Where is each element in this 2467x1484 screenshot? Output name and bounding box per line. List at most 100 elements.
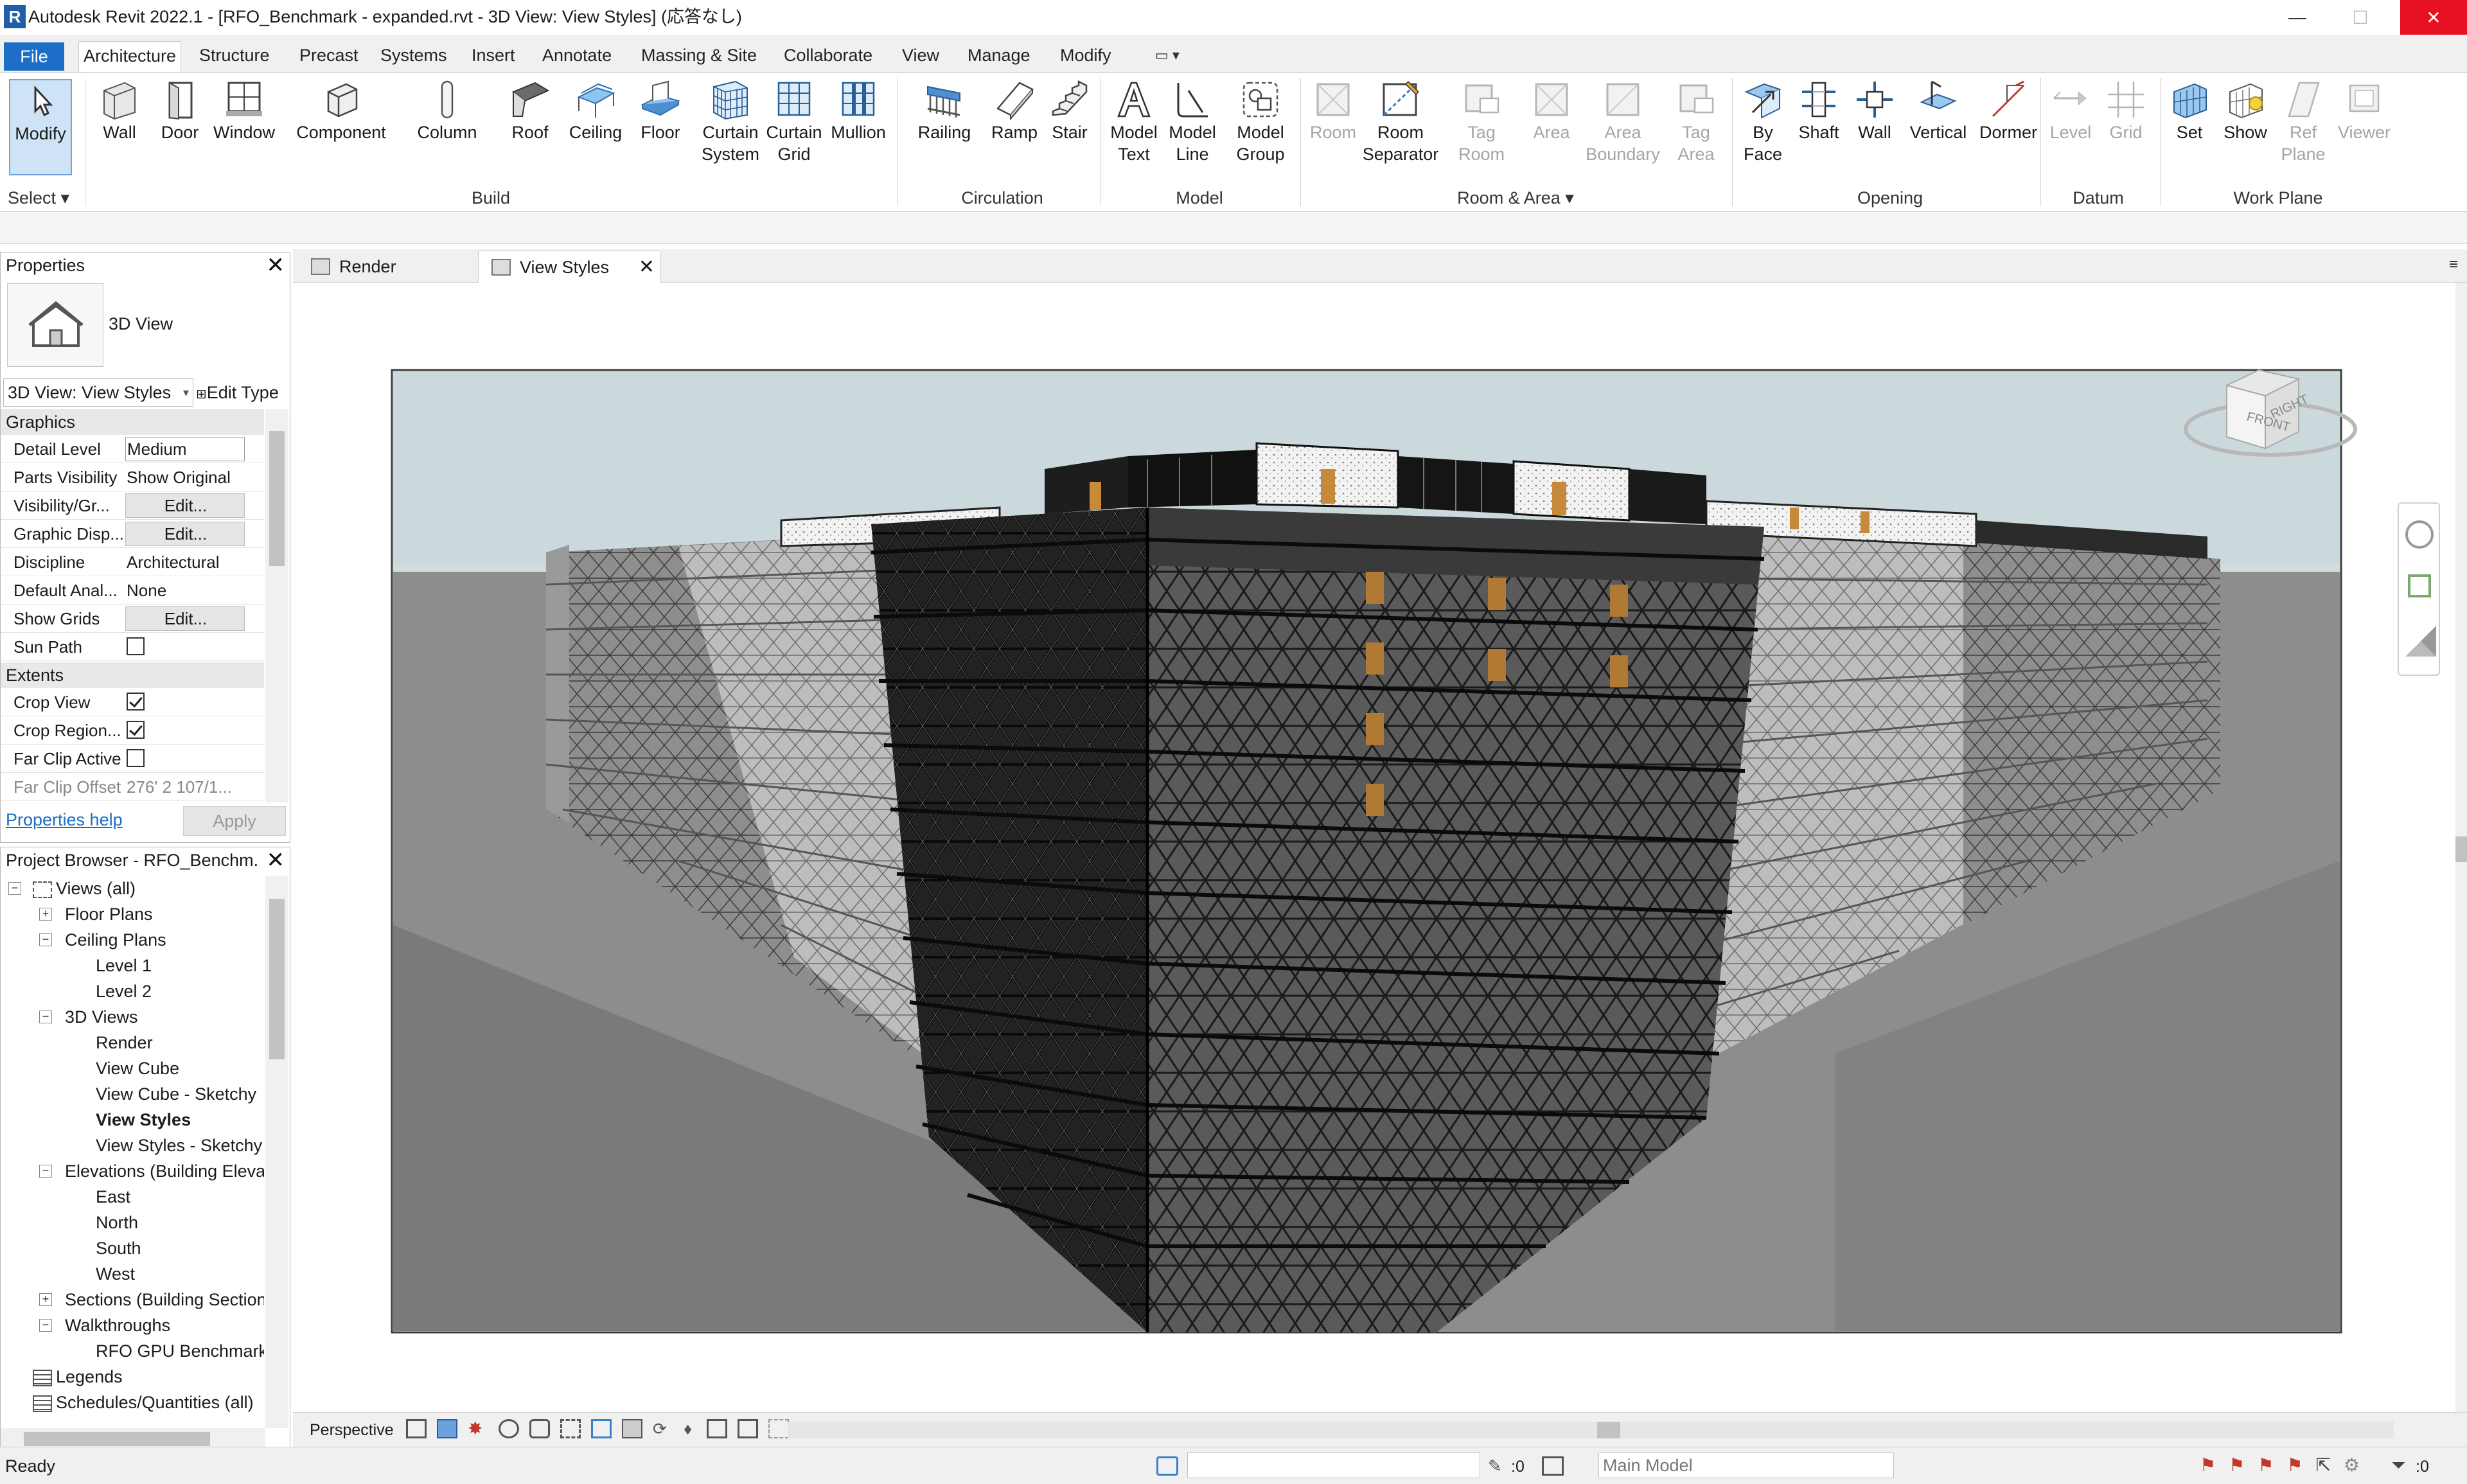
wall-opening-button[interactable]: Wall	[1848, 76, 1902, 186]
tab-modify[interactable]: Modify	[1060, 41, 1111, 71]
tab-render[interactable]: Render	[298, 251, 478, 283]
tab-annotate[interactable]: Annotate	[542, 41, 612, 71]
model-line-button[interactable]: Model Line	[1163, 76, 1222, 186]
apply-button[interactable]: Apply	[183, 806, 286, 836]
model-text-button[interactable]: Model Text	[1105, 76, 1163, 186]
visual-style-icon[interactable]	[437, 1419, 457, 1438]
3d-model-view[interactable]: FRONT RIGHT	[293, 283, 2455, 1412]
scale-icon[interactable]	[406, 1419, 427, 1438]
shadows-icon[interactable]	[499, 1419, 519, 1438]
collapse-toggle[interactable]: −	[8, 882, 21, 895]
prop-row-detail-level[interactable]: Detail Level Medium	[1, 435, 264, 463]
prop-row-far-clip-offset[interactable]: Far Clip Offset 276' 2 107/1...	[1, 773, 264, 801]
temp-hide-icon[interactable]: ⟳	[653, 1419, 673, 1438]
analytical-icon[interactable]	[768, 1419, 789, 1438]
door-button[interactable]: Door	[154, 76, 206, 186]
level-button[interactable]: Level	[2043, 76, 2098, 186]
tree-item-north[interactable]: North	[96, 1210, 138, 1235]
tree-item-views-all[interactable]: Views (all)	[33, 876, 136, 901]
edit-button[interactable]: Edit...	[125, 493, 245, 518]
category-graphics[interactable]: Graphics	[1, 409, 264, 435]
contextual-tab-dropdown[interactable]: ▭ ▾	[1155, 41, 1180, 71]
sun-path-icon[interactable]: ✸	[468, 1419, 488, 1438]
tab-insert[interactable]: Insert	[472, 41, 515, 71]
crop-region-icon[interactable]	[591, 1419, 612, 1438]
expand-toggle[interactable]: +	[39, 908, 52, 921]
close-browser-icon[interactable]: ✕	[267, 849, 285, 872]
revit-logo-icon[interactable]: R	[4, 5, 26, 28]
room-separator-button[interactable]: Room Separator	[1362, 76, 1439, 186]
stair-button[interactable]: Stair	[1045, 76, 1095, 186]
filter-icon[interactable]: ⏷	[2391, 1453, 2405, 1478]
wall-button[interactable]: Wall	[94, 76, 145, 186]
tab-systems[interactable]: Systems	[380, 41, 447, 71]
area-boundary-button[interactable]: Area Boundary	[1584, 76, 1661, 186]
model-group-button[interactable]: Model Group	[1227, 76, 1294, 186]
render-icon[interactable]	[529, 1419, 550, 1438]
projection-mode[interactable]: Perspective	[310, 1418, 394, 1442]
tree-item-3d-views[interactable]: 3D Views	[65, 1004, 138, 1030]
model-icon[interactable]	[1542, 1456, 1564, 1476]
select-dropdown[interactable]: Select ▾	[8, 187, 78, 209]
tab-precast[interactable]: Precast	[299, 41, 358, 71]
select-by-face-icon[interactable]: ⚑	[2286, 1453, 2303, 1478]
tab-collaborate[interactable]: Collaborate	[784, 41, 872, 71]
constraints-icon[interactable]	[738, 1419, 758, 1438]
tab-view[interactable]: View	[902, 41, 939, 71]
minimize-button[interactable]: —	[2267, 0, 2328, 35]
tab-structure[interactable]: Structure	[199, 41, 270, 71]
prop-row-far-clip-active[interactable]: Far Clip Active	[1, 745, 264, 773]
properties-scrollbar[interactable]	[265, 409, 288, 802]
tree-item-ceiling-plans[interactable]: Ceiling Plans	[65, 927, 166, 953]
tree-item-elevations[interactable]: Elevations (Building Eleva	[65, 1158, 264, 1184]
scroll-thumb[interactable]	[1597, 1422, 1620, 1438]
column-button[interactable]: Column	[411, 76, 483, 186]
category-extents[interactable]: Extents	[1, 662, 264, 688]
prop-value[interactable]: None	[125, 576, 245, 605]
prop-row-graphic-display[interactable]: Graphic Disp... Edit...	[1, 520, 264, 548]
drawing-area[interactable]: FRONT RIGHT	[293, 283, 2455, 1412]
sun-path-checkbox[interactable]	[127, 637, 145, 656]
select-pinned-icon[interactable]: ⚑	[2258, 1453, 2274, 1478]
area-button[interactable]: Area	[1523, 76, 1580, 186]
show-workplane-button[interactable]: Show	[2216, 76, 2274, 186]
ref-plane-button[interactable]: Ref Plane	[2274, 76, 2332, 186]
tag-area-button[interactable]: Tag Area	[1665, 76, 1727, 186]
railing-button[interactable]: Railing	[910, 76, 979, 186]
tree-item-east[interactable]: East	[96, 1184, 130, 1210]
drag-elements-icon[interactable]: ⇱	[2315, 1453, 2330, 1478]
dormer-button[interactable]: Dormer	[1974, 76, 2043, 186]
crop-region-checkbox[interactable]	[127, 721, 145, 739]
mullion-button[interactable]: Mullion	[829, 76, 888, 186]
prop-row-default-analysis[interactable]: Default Anal... None	[1, 576, 264, 605]
opening-by-face-button[interactable]: By Face	[1737, 76, 1789, 186]
curtain-grid-button[interactable]: Curtain Grid	[765, 76, 824, 186]
prop-row-sun-path[interactable]: Sun Path	[1, 633, 264, 661]
floor-button[interactable]: Floor	[633, 76, 687, 186]
active-model-select[interactable]: Main Model	[1598, 1453, 1894, 1478]
prop-row-visibility-graphics[interactable]: Visibility/Gr... Edit...	[1, 491, 264, 520]
view-hscrollbar[interactable]	[788, 1422, 2394, 1438]
maximize-button[interactable]: ☐	[2330, 0, 2391, 35]
collapse-toggle[interactable]: −	[39, 1319, 52, 1332]
scroll-thumb[interactable]	[269, 431, 285, 566]
tag-room-button[interactable]: Tag Room	[1451, 76, 1512, 186]
tree-item-view-styles[interactable]: View Styles	[96, 1107, 191, 1133]
zoom-icon[interactable]	[2408, 574, 2431, 597]
component-button[interactable]: Component	[293, 76, 389, 186]
tab-architecture[interactable]: Architecture	[78, 41, 181, 73]
viewer-button[interactable]: Viewer	[2332, 76, 2396, 186]
select-underlay-icon[interactable]: ⚑	[2229, 1453, 2245, 1478]
roof-button[interactable]: Roof	[501, 76, 559, 186]
room-button[interactable]: Room	[1304, 76, 1362, 186]
ramp-button[interactable]: Ramp	[987, 76, 1042, 186]
steering-wheel-icon[interactable]	[2405, 520, 2434, 549]
tree-item-view-styles-sketchy[interactable]: View Styles - Sketchy	[96, 1133, 262, 1158]
modify-button[interactable]: Modify	[9, 79, 72, 175]
tree-item-legends[interactable]: Legends	[33, 1364, 123, 1390]
design-option-select[interactable]	[1187, 1453, 1480, 1478]
reveal-hidden-icon[interactable]: ♦	[684, 1419, 696, 1438]
scroll-thumb[interactable]	[269, 899, 285, 1059]
tree-item-level-1[interactable]: Level 1	[96, 953, 152, 978]
tree-item-south[interactable]: South	[96, 1235, 141, 1261]
